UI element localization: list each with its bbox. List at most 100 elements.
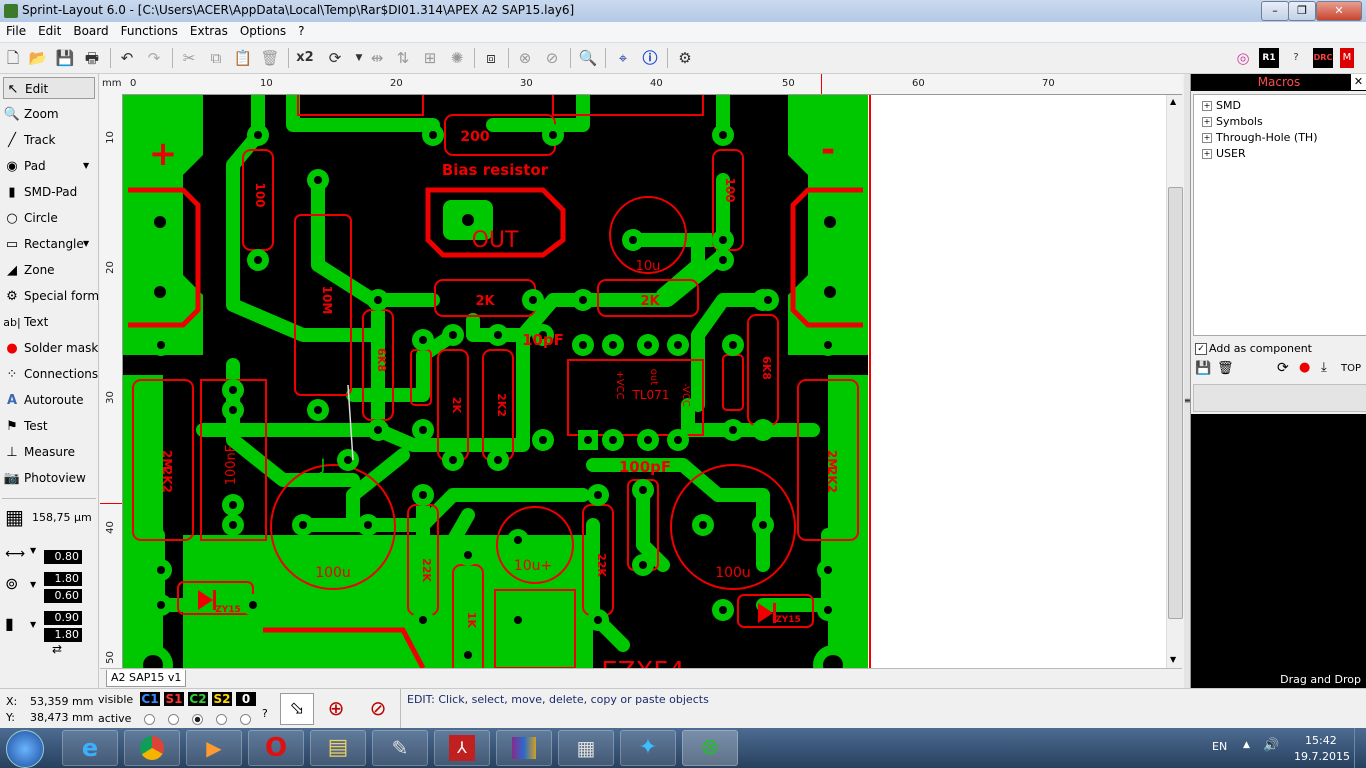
tool-track[interactable]: ╱ Track — [3, 129, 95, 151]
close-button[interactable]: ✕ — [1316, 1, 1362, 21]
tool-test[interactable]: ⚑ Test — [3, 415, 95, 437]
top-label[interactable]: TOP — [1341, 363, 1361, 374]
pad-dropdown-icon[interactable]: ▼ — [83, 155, 89, 177]
tool-solder-mask[interactable]: ● Solder mask — [3, 337, 98, 359]
taskbar-ie-icon[interactable]: e — [62, 730, 118, 766]
delete-icon[interactable]: 🗑 — [260, 48, 280, 68]
expand-icon[interactable]: + — [1202, 101, 1212, 111]
no-rubberband-icon[interactable]: ⊘ — [362, 693, 394, 723]
tool-edit[interactable]: ↖ Edit — [3, 77, 95, 99]
tool-rectangle[interactable]: ▭ Rectangle ▼ — [3, 233, 95, 255]
settings-gear-icon[interactable]: ⚙ — [675, 48, 695, 68]
menu-edit[interactable]: Edit — [32, 22, 67, 40]
tool-circle[interactable]: ○ Circle — [3, 207, 95, 229]
unlock-icon[interactable]: ⊘ — [542, 48, 562, 68]
tool-photoview[interactable]: 📷 Photoview — [3, 467, 95, 489]
grid-icon[interactable]: ▦ — [5, 506, 27, 528]
swap-icon[interactable]: ⇄ — [52, 642, 62, 656]
taskbar-explorer-icon[interactable]: ▤ — [310, 730, 366, 766]
vertical-scrollbar[interactable]: ▲ ▼ — [1166, 95, 1183, 668]
copy-icon[interactable]: ⧉ — [206, 48, 226, 68]
scroll-up-icon[interactable]: ▲ — [1170, 97, 1176, 106]
taskbar-winrar-icon[interactable] — [496, 730, 552, 766]
save-icon[interactable]: 💾 — [55, 48, 75, 68]
mirror-h-icon[interactable]: ⇹ — [367, 48, 387, 68]
snap-icon[interactable]: ✺ — [447, 48, 467, 68]
tool-zone[interactable]: ◢ Zone — [3, 259, 95, 281]
macros-close-icon[interactable]: ✕ — [1351, 74, 1366, 90]
tool-smd-pad[interactable]: ▮ SMD-Pad — [3, 181, 95, 203]
new-file-icon[interactable]: 🗋 — [3, 48, 23, 68]
layer-c2-toggle[interactable]: C2 — [188, 692, 208, 706]
menu-extras[interactable]: Extras — [184, 22, 234, 40]
tool-measure[interactable]: ⊥ Measure — [3, 441, 95, 463]
rotate-dropdown-icon[interactable]: ▼ — [349, 48, 369, 68]
align-icon[interactable]: ⊞ — [420, 48, 440, 68]
lock-icon[interactable]: ⊗ — [515, 48, 535, 68]
taskbar-pdf-icon[interactable]: ⅄ — [434, 730, 490, 766]
tool-pad[interactable]: ◉ Pad ▼ — [3, 155, 95, 177]
taskbar-editor-icon[interactable]: ▦ — [558, 730, 614, 766]
active-outline-radio[interactable] — [240, 714, 251, 725]
crosshair-toggle-icon[interactable]: ⊕ — [320, 693, 352, 723]
menu-board[interactable]: Board — [67, 22, 114, 40]
pad-size-dropdown-icon[interactable]: ▼ — [30, 580, 36, 589]
language-indicator[interactable]: EN — [1212, 740, 1227, 753]
pad-inner-field[interactable]: 0.60 — [44, 589, 82, 603]
layer-s1-toggle[interactable]: S1 — [164, 692, 184, 706]
menu-options[interactable]: Options — [234, 22, 292, 40]
pcb-canvas[interactable]: 200 Bias resistor OUT 2K 2K 100 100 10M … — [123, 95, 1166, 668]
layer-s2-toggle[interactable]: S2 — [212, 692, 232, 706]
start-button-icon[interactable] — [6, 730, 44, 768]
expand-icon[interactable]: + — [1202, 133, 1212, 143]
redo-icon[interactable]: ↷ — [144, 48, 164, 68]
show-desktop-button[interactable] — [1354, 728, 1366, 768]
open-folder-icon[interactable]: 📂 — [28, 48, 48, 68]
clock-date[interactable]: 19.7.2015 — [1294, 750, 1350, 763]
taskbar-app-icon[interactable]: ✎ — [372, 730, 428, 766]
menu-help[interactable]: ? — [292, 22, 310, 40]
macro-search-bar[interactable] — [1193, 384, 1366, 412]
track-width-field[interactable]: 0.80 — [44, 550, 82, 564]
menu-functions[interactable]: Functions — [115, 22, 184, 40]
active-s2-radio[interactable] — [216, 714, 227, 725]
info-icon[interactable]: ⓘ — [640, 48, 660, 68]
taskbar-opera-icon[interactable]: O — [248, 730, 304, 766]
expand-icon[interactable]: + — [1202, 117, 1212, 127]
tool-zoom[interactable]: 🔍 Zoom — [3, 103, 95, 125]
tree-item-through-hole[interactable]: + Through-Hole (TH) — [1202, 131, 1318, 144]
pad-outer-field[interactable]: 1.80 — [44, 572, 82, 586]
menu-file[interactable]: File — [0, 22, 32, 40]
scroll-down-icon[interactable]: ▼ — [1170, 655, 1176, 664]
panel-splitter[interactable]: ≡ — [1184, 74, 1191, 688]
drc-icon[interactable]: DRC — [1313, 48, 1333, 68]
tree-item-symbols[interactable]: + Symbols — [1202, 115, 1263, 128]
layer-c1-toggle[interactable]: C1 — [140, 692, 160, 706]
active-c2-radio[interactable] — [192, 714, 203, 725]
taskbar-sprint-layout-icon[interactable]: ⊛ — [682, 730, 738, 766]
expand-icon[interactable]: + — [1202, 149, 1212, 159]
tab-a2-sap15[interactable]: A2 SAP15 v1 — [106, 670, 187, 687]
record-icon[interactable]: ● — [1299, 360, 1310, 375]
active-s1-radio[interactable] — [168, 714, 179, 725]
macro-icon[interactable]: M — [1340, 48, 1354, 68]
refresh-icon[interactable]: ⟳ — [1277, 360, 1289, 376]
delete-macro-icon[interactable]: 🗑 — [1217, 361, 1234, 376]
maximize-button[interactable]: ❐ — [1288, 1, 1316, 21]
tray-expand-icon[interactable]: ▲ — [1243, 740, 1250, 750]
rotate-icon[interactable]: ⟳ — [325, 48, 345, 68]
rectangle-dropdown-icon[interactable]: ▼ — [83, 233, 89, 255]
tool-connections[interactable]: ⁘ Connections — [3, 363, 99, 385]
duplicate-button[interactable]: x2 — [295, 48, 315, 68]
track-width-dropdown-icon[interactable]: ▼ — [30, 546, 36, 555]
import-icon[interactable]: ⤓ — [1321, 360, 1327, 375]
smd-size-dropdown-icon[interactable]: ▼ — [30, 620, 36, 629]
drill-view-icon[interactable]: ⬂ — [280, 693, 314, 725]
volume-icon[interactable]: 🔊 — [1263, 738, 1279, 753]
layer-help[interactable]: ? — [262, 707, 268, 720]
tree-item-smd[interactable]: + SMD — [1202, 99, 1241, 112]
mirror-v-icon[interactable]: ⇅ — [393, 48, 413, 68]
print-icon[interactable]: 🖶 — [82, 48, 102, 68]
add-component-checkbox[interactable]: ✓ — [1195, 343, 1207, 355]
taskbar-telenor-icon[interactable]: ✦ — [620, 730, 676, 766]
